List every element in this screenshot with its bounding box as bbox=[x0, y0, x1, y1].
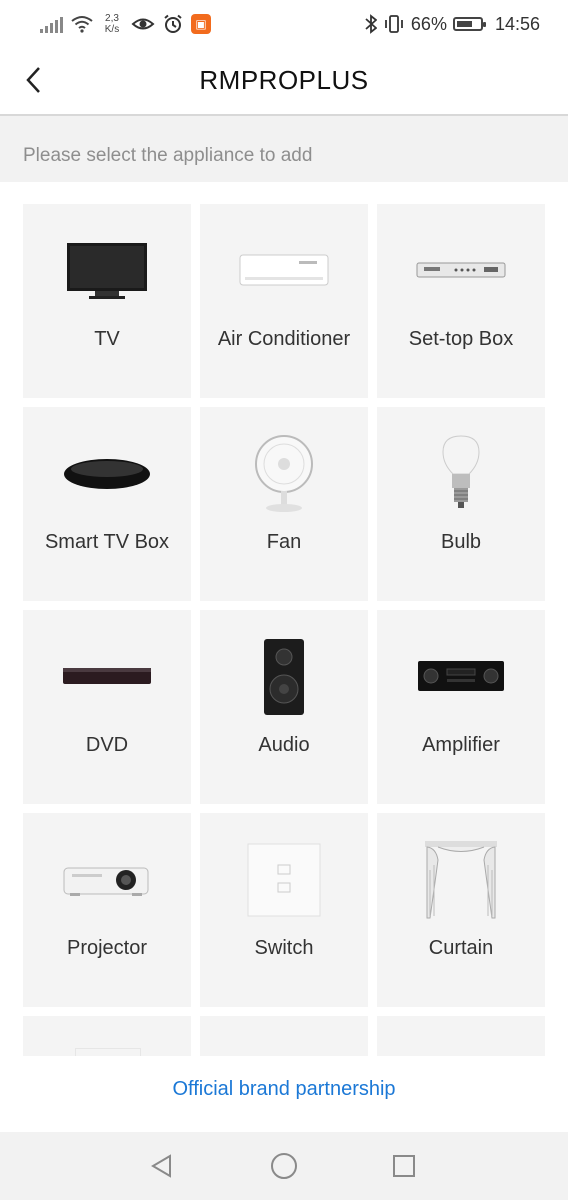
appliance-label: Projector bbox=[66, 937, 148, 959]
wifi-icon bbox=[71, 16, 93, 33]
subtitle-bar: Please select the appliance to add bbox=[0, 116, 568, 182]
appliance-label: DVD bbox=[85, 734, 129, 756]
nav-home-button[interactable] bbox=[268, 1150, 300, 1182]
set-top-box-icon bbox=[416, 262, 506, 278]
speaker-icon bbox=[264, 639, 304, 715]
alarm-icon bbox=[164, 14, 182, 33]
system-nav-bar bbox=[0, 1132, 568, 1200]
clock: 14:56 bbox=[494, 13, 540, 34]
status-right-icons: 66% 14:56 bbox=[365, 10, 540, 38]
battery-icon bbox=[452, 17, 486, 31]
nav-recents-button[interactable] bbox=[388, 1150, 420, 1182]
appliance-tile-partial[interactable] bbox=[200, 1016, 368, 1056]
appliance-tile-projector[interactable]: Projector bbox=[23, 813, 191, 1007]
page-title: RMPROPLUS bbox=[199, 65, 369, 95]
network-speed-unit: K/s bbox=[104, 24, 120, 35]
status-left-icons: 2,3 K/s ▣ bbox=[40, 10, 211, 38]
appliance-label: Curtain bbox=[428, 937, 494, 959]
home-circle-icon bbox=[271, 1153, 297, 1179]
appliance-tile-smart-tv-box[interactable]: Smart TV Box bbox=[23, 407, 191, 601]
appliance-tile-bulb[interactable]: Bulb bbox=[377, 407, 545, 601]
footer: Official brand partnership bbox=[0, 1056, 568, 1132]
recents-square-icon bbox=[393, 1155, 415, 1177]
appliance-label: TV bbox=[94, 328, 120, 350]
nav-back-button[interactable] bbox=[146, 1150, 178, 1182]
appliance-label: Audio bbox=[258, 734, 310, 756]
appliance-tile-amplifier[interactable]: Amplifier bbox=[377, 610, 545, 804]
appliance-tile-audio[interactable]: Audio bbox=[200, 610, 368, 804]
appliance-tile-air-conditioner[interactable]: Air Conditioner bbox=[200, 204, 368, 398]
appliance-grid-viewport[interactable]: TV Air Conditioner Set-top Box Smart TV … bbox=[0, 182, 568, 1056]
bluetooth-icon bbox=[365, 14, 377, 34]
appliance-tile-fan[interactable]: Fan bbox=[200, 407, 368, 601]
status-bar: 2,3 K/s ▣ 66% 14:56 bbox=[0, 0, 568, 48]
projector-icon bbox=[63, 867, 149, 896]
switch-icon bbox=[247, 843, 321, 917]
app-header: RMPROPLUS bbox=[0, 48, 568, 116]
appliance-tile-switch[interactable]: Switch bbox=[200, 813, 368, 1007]
appliance-tile-set-top-box[interactable]: Set-top Box bbox=[377, 204, 545, 398]
appliance-label: Fan bbox=[266, 531, 302, 553]
appliance-label: Switch bbox=[254, 937, 314, 959]
back-button[interactable] bbox=[14, 60, 54, 100]
appliance-label: Bulb bbox=[440, 531, 482, 553]
switch-panel-icon bbox=[75, 1048, 141, 1056]
air-conditioner-icon bbox=[239, 254, 329, 286]
appliance-tile-dvd[interactable]: DVD bbox=[23, 610, 191, 804]
eye-icon bbox=[131, 18, 155, 30]
appliance-tile-partial[interactable] bbox=[23, 1016, 191, 1056]
appliance-tile-partial[interactable] bbox=[377, 1016, 545, 1056]
brand-partnership-link[interactable]: Official brand partnership bbox=[0, 1078, 568, 1101]
chevron-left-icon bbox=[26, 67, 40, 93]
appliance-tile-curtain[interactable]: Curtain bbox=[377, 813, 545, 1007]
app-notification-icon: ▣ bbox=[191, 14, 211, 34]
curtain-icon bbox=[425, 841, 497, 919]
smart-tv-box-icon bbox=[64, 459, 150, 489]
dvd-icon bbox=[63, 668, 151, 684]
appliance-label: Smart TV Box bbox=[44, 531, 170, 553]
tv-icon bbox=[67, 243, 147, 299]
network-speed: 2,3 K/s bbox=[101, 13, 123, 35]
appliance-label: Set-top Box bbox=[408, 328, 514, 350]
amplifier-icon bbox=[418, 661, 504, 691]
back-triangle-icon bbox=[151, 1154, 171, 1178]
instruction-text: Please select the appliance to add bbox=[23, 145, 313, 166]
bulb-icon bbox=[442, 435, 480, 508]
network-speed-value: 2,3 bbox=[105, 13, 119, 24]
appliance-label: Amplifier bbox=[422, 734, 500, 756]
appliance-label: Air Conditioner bbox=[217, 328, 351, 350]
signal-icon bbox=[40, 15, 63, 33]
battery-percent: 66% bbox=[410, 13, 447, 34]
vibrate-icon bbox=[385, 15, 403, 33]
appliance-tile-tv[interactable]: TV bbox=[23, 204, 191, 398]
fan-icon bbox=[255, 435, 313, 512]
appliance-grid: TV Air Conditioner Set-top Box Smart TV … bbox=[23, 204, 545, 1056]
